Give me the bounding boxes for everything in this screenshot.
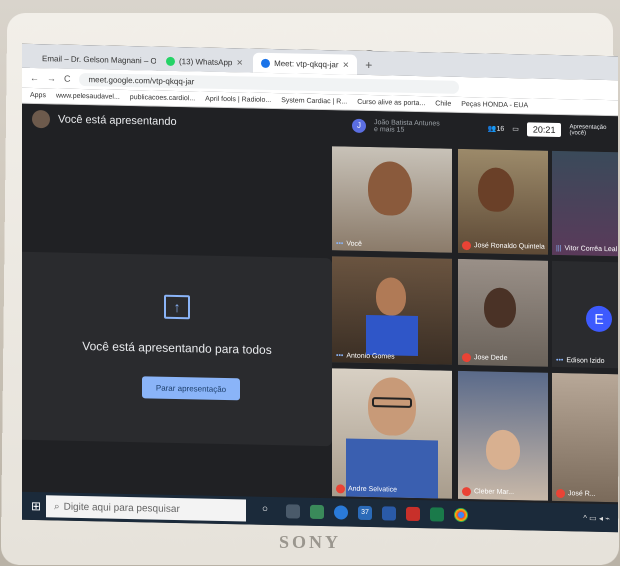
participant-name: ••• Edison Izido xyxy=(556,356,605,365)
search-icon: ⌕ xyxy=(54,500,60,513)
presenting-header: Você está apresentando xyxy=(32,109,177,131)
participant-face xyxy=(478,167,514,213)
tab-meet[interactable]: Meet: vtp-qkqq-jar ✕ xyxy=(253,52,358,75)
speaking-icon: ••• xyxy=(336,240,344,248)
close-icon[interactable]: ✕ xyxy=(343,60,350,69)
bookmark-apps[interactable]: Apps xyxy=(30,92,46,99)
cortana-icon[interactable]: ○ xyxy=(262,504,276,518)
taskbar-search[interactable]: ⌕ Digite aqui para pesquisar xyxy=(46,495,246,522)
participant-shirt xyxy=(366,314,418,357)
new-tab-button[interactable]: + xyxy=(359,55,378,75)
speaking-icon: ••• xyxy=(556,356,564,365)
chat-icon[interactable]: ▭ xyxy=(512,125,519,133)
stop-presenting-button[interactable]: Parar apresentação xyxy=(142,376,240,401)
mic-off-icon xyxy=(462,352,471,363)
mic-off-icon xyxy=(556,488,565,499)
bookmark-item[interactable]: April fools | Radiolo... xyxy=(205,96,271,104)
speaking-icon: ||| xyxy=(556,244,562,253)
participant-name: ••• Você xyxy=(336,240,362,248)
close-icon[interactable]: ✕ xyxy=(236,58,243,67)
participant-tile[interactable]: José Ronaldo Quintela xyxy=(458,148,548,255)
windows-start-icon[interactable]: ⊞ xyxy=(26,496,46,516)
participant-tile[interactable]: José R... xyxy=(552,372,618,503)
glasses xyxy=(372,397,412,408)
mail-icon[interactable]: 37 xyxy=(358,505,372,521)
tab-whatsapp[interactable]: (13) WhatsApp ✕ xyxy=(158,50,252,73)
participant-tile[interactable]: Cleber Mar... xyxy=(458,370,548,501)
chrome-icon[interactable] xyxy=(454,507,468,523)
back-icon[interactable]: ← xyxy=(30,73,39,83)
presentation-label: Apresentação (você) xyxy=(569,124,607,137)
presenting-message: Você está apresentando para todos xyxy=(82,339,272,357)
participant-face xyxy=(484,287,516,329)
participant-tile[interactable]: ••• Antonio Gomes xyxy=(332,256,452,365)
bookmark-item[interactable]: www.pelesaudavel... xyxy=(56,92,120,100)
system-tray[interactable]: ^ ▭ ◂ ⌁ xyxy=(583,513,618,523)
tab-email[interactable]: Email – Dr. Gelson Magnani – Ou✕ xyxy=(30,47,156,71)
participant-face xyxy=(376,277,406,316)
participant-face xyxy=(368,161,412,216)
whatsapp-icon xyxy=(166,56,175,66)
participants-text: João Batista Antunes e mais 15 xyxy=(374,119,440,134)
speaking-icon: ••• xyxy=(336,352,344,360)
mic-off-icon xyxy=(462,486,471,497)
bookmark-item[interactable]: Chile xyxy=(435,100,451,107)
reload-icon[interactable]: C xyxy=(64,74,71,84)
store-icon[interactable] xyxy=(310,504,324,520)
participant-name: Andre Selvatice xyxy=(336,484,397,494)
participant-tile[interactable]: Jose Dede xyxy=(458,258,548,367)
task-view-icon[interactable] xyxy=(286,504,300,519)
participant-name: José R... xyxy=(556,488,596,499)
people-icon[interactable]: 👥16 xyxy=(488,125,505,133)
taskbar-apps: ○ 37 xyxy=(262,504,468,523)
bookmark-item[interactable]: publicacoes.cardiol... xyxy=(130,94,195,102)
word-icon[interactable] xyxy=(382,506,396,521)
bookmark-item[interactable]: Peças HONDA - EUA xyxy=(461,101,528,109)
participant-name: Jose Dede xyxy=(462,352,507,363)
avatar xyxy=(32,109,50,129)
video-feed xyxy=(552,150,618,257)
participant-avatar: E xyxy=(586,305,612,333)
participant-name: ••• Antonio Gomes xyxy=(336,352,395,361)
meet-icon xyxy=(261,58,271,68)
present-screen-icon: ↑ xyxy=(164,294,190,320)
participant-name: ||| Vitor Corrêa Leal xyxy=(556,244,618,254)
excel-icon[interactable] xyxy=(430,507,444,522)
mic-off-icon xyxy=(462,240,471,251)
participant-name: José Ronaldo Quintela xyxy=(462,240,545,252)
presentation-panel: ↑ Você está apresentando para todos Para… xyxy=(22,251,332,447)
participant-name: Cleber Mar... xyxy=(462,486,514,497)
participant-avatar: J xyxy=(352,118,366,133)
meet-top-bar: J João Batista Antunes e mais 15 👥16 ▭ 2… xyxy=(352,113,618,145)
mic-off-icon xyxy=(336,484,345,494)
participant-face xyxy=(486,429,520,471)
bookmark-item[interactable]: System Cardiac | R... xyxy=(281,97,347,105)
participant-tile[interactable]: E ••• Edison Izido xyxy=(552,260,618,369)
laptop-screen: Email – Dr. Gelson Magnani – Ou✕ (13) Wh… xyxy=(22,43,618,533)
video-feed xyxy=(552,372,618,503)
meet-window: Você está apresentando J João Batista An… xyxy=(22,103,618,505)
powerpoint-icon[interactable] xyxy=(406,506,420,522)
forward-icon[interactable]: → xyxy=(47,73,56,83)
clock: 20:21 xyxy=(526,122,562,138)
bookmark-item[interactable]: Curso alive as porta... xyxy=(357,99,425,107)
participant-tile[interactable]: ||| Vitor Corrêa Leal xyxy=(552,150,618,257)
participant-tile[interactable]: Andre Selvatice xyxy=(332,368,452,499)
edge-icon[interactable] xyxy=(334,505,348,520)
presenting-label: Você está apresentando xyxy=(58,113,177,128)
participant-tile[interactable]: ••• Você xyxy=(332,146,452,253)
sony-logo: SONY xyxy=(278,532,341,552)
